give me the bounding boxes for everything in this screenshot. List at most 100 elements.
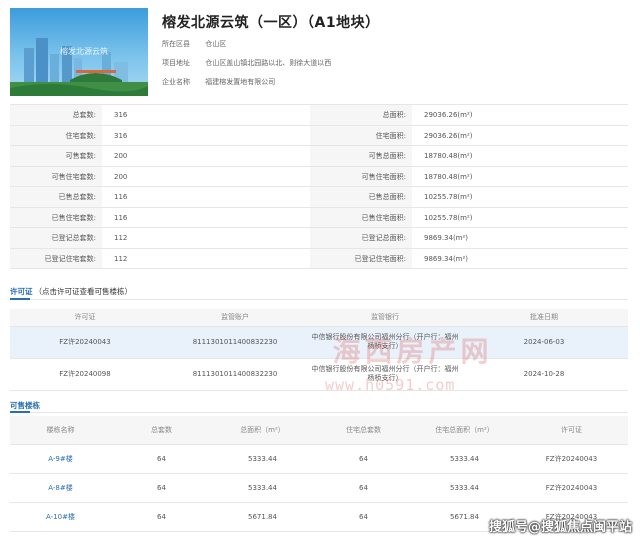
info-label: 企业名称 <box>162 78 190 86</box>
summary-value: 9869.34(m²) <box>424 234 469 242</box>
supervision-account: 811130101140083​2230 <box>160 326 310 359</box>
permit-number[interactable]: FZ许20240098 <box>10 358 160 391</box>
info-value: 福建榕发置地有限公司 <box>205 78 276 86</box>
permit-number: FZ许20240043 <box>515 444 628 474</box>
summary-value: 316 <box>114 111 128 119</box>
total-area: 5333.44 <box>212 444 313 474</box>
bank-line: 杨桥支行） <box>367 342 403 350</box>
summary-label: 已售总面积: <box>310 187 412 207</box>
summary-label: 已登记住宅套数: <box>10 248 102 268</box>
summary-row: 住宅套数: 316 住宅面积: 29036.26(m²) <box>10 125 628 146</box>
summary-value: 116 <box>114 193 128 201</box>
summary-label: 总面积: <box>310 105 412 125</box>
summary-row: 已售总套数: 116 已售总面积: 10255.78(m²) <box>10 187 628 208</box>
summary-row: 总套数: 316 总面积: 29036.26(m²) <box>10 105 628 126</box>
building-link[interactable]: A-9#楼 <box>10 444 111 474</box>
summary-value: 200 <box>114 172 128 181</box>
summary-label: 已登记总面积: <box>310 228 412 248</box>
info-company: 企业名称 福建榕发置地有限公司 <box>162 76 462 88</box>
total-area: 5671.84 <box>212 502 313 532</box>
column-header: 住宅总面积（m²） <box>414 416 515 445</box>
column-header: 许可证 <box>10 309 160 327</box>
summary-label: 已售总套数: <box>10 187 102 207</box>
available-section-title: 可售楼栋 <box>10 401 40 410</box>
column-header: 许可证 <box>515 416 628 445</box>
info-value: 仓山区 <box>205 40 227 48</box>
permits-section-title: 许可证 （点击许可证查看可售楼栋） <box>10 286 132 297</box>
summary-label: 住宅套数: <box>10 125 102 145</box>
table-row: A-9#楼 64 5333.44 64 5333.44 FZ许20240043 <box>10 444 628 474</box>
column-header: 总面积（m²） <box>212 416 313 445</box>
permits-table: 许可证 监管账户 监管银行 批准日期 FZ许20240043 811130101… <box>10 309 628 391</box>
residential-units: 64 <box>313 444 414 474</box>
summary-value: 29036.26(m²) <box>424 131 473 140</box>
summary-label: 已登记总套数: <box>10 228 102 248</box>
permit-number[interactable]: FZ许20240043 <box>10 326 160 359</box>
info-value: 仓山区盖山镇北园路以北、则徐大道以西 <box>205 59 332 67</box>
table-row[interactable]: FZ许20240043 811130101140083​2230 中信银行股份有… <box>10 326 628 359</box>
permit-number: FZ许20240043 <box>515 473 628 503</box>
summary-value: 116 <box>114 213 128 222</box>
building-link[interactable]: A-10#楼 <box>10 502 111 532</box>
residential-units: 64 <box>313 473 414 503</box>
table-row: A-8#楼 64 5333.44 64 5333.44 FZ许20240043 <box>10 473 628 503</box>
approval-date: 2024-10-28 <box>460 358 628 391</box>
summary-value: 29036.26(m²) <box>424 111 473 119</box>
summary-value: 9869.34(m²) <box>424 254 469 263</box>
permits-title: 许可证 <box>10 287 33 296</box>
summary-label: 已登记住宅面积: <box>310 248 412 268</box>
residential-area: 5333.44 <box>414 444 515 474</box>
bank-line: 中信银行股份有限公司福州分行（开户行：福州 <box>311 365 459 373</box>
supervision-bank: 中信银行股份有限公司福州分行（开户行：福州 杨桥支行） <box>310 326 460 359</box>
hero-caption: 榕发北源云筑 <box>60 47 108 56</box>
table-row[interactable]: FZ许20240098 811130101140083​2230 中信银行股份有… <box>10 358 628 391</box>
approval-date: 2024-06-03 <box>460 326 628 359</box>
summary-label: 已售住宅面积: <box>310 207 412 227</box>
available-buildings-table: 楼栋名称 总套数 总面积（m²） 住宅总套数 住宅总面积（m²） 许可证 A-9… <box>10 416 628 532</box>
summary-label: 已售住宅套数: <box>10 207 102 227</box>
total-units: 64 <box>111 502 212 532</box>
section-marker <box>10 298 30 300</box>
residential-units: 64 <box>313 502 414 532</box>
supervision-account: 811130101140083​2230 <box>160 358 310 391</box>
summary-value: 18780.48(m²) <box>424 152 473 160</box>
info-label: 项目地址 <box>162 59 190 67</box>
summary-label: 可售住宅套数: <box>10 166 102 186</box>
summary-label: 住宅面积: <box>310 125 412 145</box>
supervision-bank: 中信银行股份有限公司福州分行（开户行：福州 杨桥支行） <box>310 358 460 391</box>
summary-label: 可售住宅面积: <box>310 166 412 186</box>
column-header: 批准日期 <box>460 309 628 327</box>
project-image: 榕发北源云筑 <box>10 8 148 96</box>
bank-line: 中信银行股份有限公司福州分行（开户行：福州 <box>311 333 459 341</box>
building-link[interactable]: A-8#楼 <box>10 473 111 503</box>
summary-row: 已登记住宅套数: 112 已登记住宅面积: 9869.34(m²) <box>10 248 628 269</box>
summary-value: 200 <box>114 152 128 160</box>
table-header-row: 楼栋名称 总套数 总面积（m²） 住宅总套数 住宅总面积（m²） 许可证 <box>10 416 628 445</box>
info-district: 所在区县 仓山区 <box>162 38 462 50</box>
info-label: 所在区县 <box>162 40 190 48</box>
column-header: 楼栋名称 <box>10 416 111 445</box>
summary-row: 可售套数: 200 可售总面积: 18780.48(m²) <box>10 146 628 167</box>
column-header: 监管银行 <box>310 309 460 327</box>
summary-value: 112 <box>114 254 128 263</box>
column-header: 监管账户 <box>160 309 310 327</box>
permits-subtitle: （点击许可证查看可售楼栋） <box>34 287 133 296</box>
residential-area: 5333.44 <box>414 473 515 503</box>
summary-label: 总套数: <box>10 105 102 125</box>
summary-grid: 总套数: 316 总面积: 29036.26(m²) 住宅套数: 316 住宅面… <box>10 104 628 269</box>
brand-watermark: 搜狐号@搜狐焦点闽平站 <box>488 520 632 535</box>
summary-row: 可售住宅套数: 200 可售住宅面积: 18780.48(m²) <box>10 166 628 187</box>
divider <box>10 412 628 413</box>
column-header: 总套数 <box>111 416 212 445</box>
page-title: 榕发北源云筑（一区）（A1地块） <box>162 15 380 31</box>
column-header: 住宅总套数 <box>313 416 414 445</box>
total-units: 64 <box>111 473 212 503</box>
total-units: 64 <box>111 444 212 474</box>
summary-label: 可售总面积: <box>310 146 412 166</box>
summary-value: 10255.78(m²) <box>424 193 473 201</box>
summary-value: 18780.48(m²) <box>424 172 473 181</box>
section-marker <box>10 411 30 413</box>
total-area: 5333.44 <box>212 473 313 503</box>
info-address: 项目地址 仓山区盖山镇北园路以北、则徐大道以西 <box>162 57 462 69</box>
bank-line: 杨桥支行） <box>367 374 403 382</box>
